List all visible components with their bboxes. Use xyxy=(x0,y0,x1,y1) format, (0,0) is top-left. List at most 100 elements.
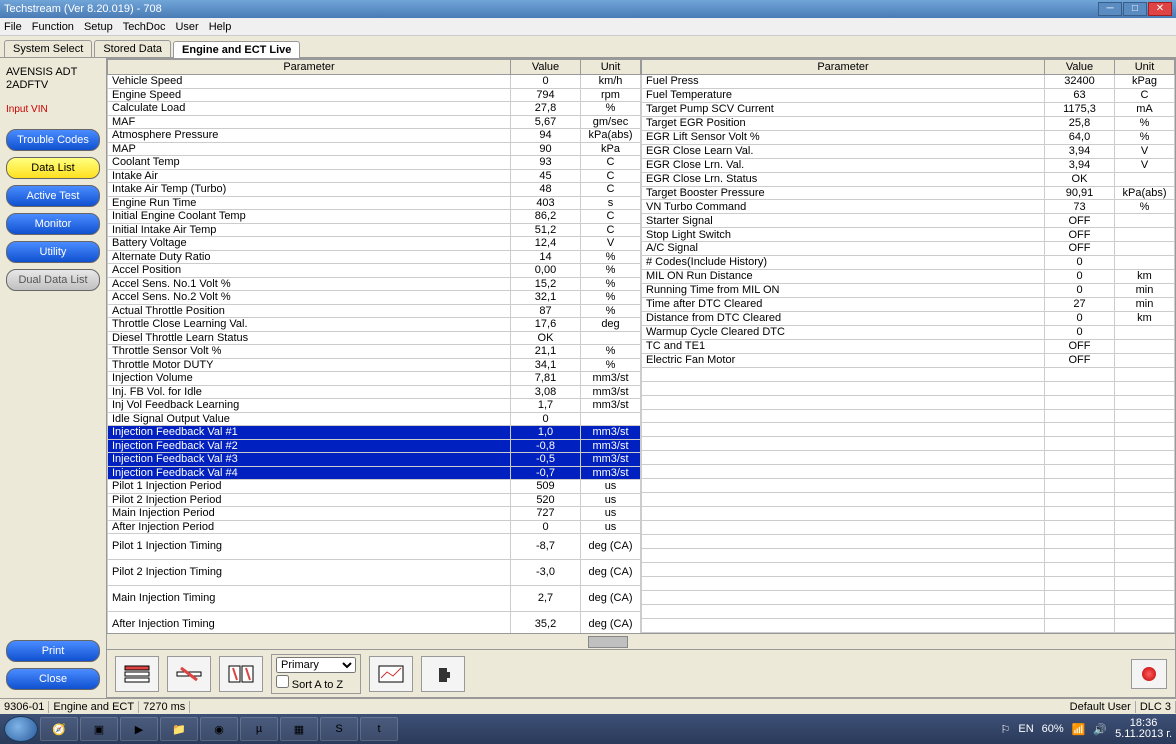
table-row[interactable]: Running Time from MIL ON0min xyxy=(642,284,1175,298)
table-row[interactable]: Injection Feedback Val #4-0,7mm3/st xyxy=(108,466,641,480)
table-row[interactable]: MAP90kPa xyxy=(108,142,641,156)
col-unit[interactable]: Unit xyxy=(1115,60,1175,75)
task-utorrent-icon[interactable]: µ xyxy=(240,717,278,741)
table-row[interactable]: Time after DTC Cleared27min xyxy=(642,298,1175,312)
table-row[interactable]: Electric Fan MotorOFF xyxy=(642,353,1175,367)
fuel-icon[interactable] xyxy=(421,656,465,692)
table-row[interactable]: Inj. FB Vol. for Idle3,08mm3/st xyxy=(108,385,641,399)
table-row[interactable]: Battery Voltage12,4V xyxy=(108,237,641,251)
menu-help[interactable]: Help xyxy=(209,21,232,33)
table-row[interactable]: Pilot 2 Injection Timing-3,0deg (CA) xyxy=(108,560,641,586)
task-skype-icon[interactable]: S xyxy=(320,717,358,741)
task-chrome-icon[interactable]: ◉ xyxy=(200,717,238,741)
active-test-button[interactable]: Active Test xyxy=(6,185,100,207)
table-row[interactable]: Main Injection Timing2,7deg (CA) xyxy=(108,586,641,612)
tab-engine-ect-live[interactable]: Engine and ECT Live xyxy=(173,41,300,58)
close-panel-button[interactable]: Close xyxy=(6,668,100,690)
data-list-button[interactable]: Data List xyxy=(6,157,100,179)
table-row[interactable]: Injection Feedback Val #3-0,5mm3/st xyxy=(108,453,641,467)
table-row[interactable]: Actual Throttle Position87% xyxy=(108,304,641,318)
table-row[interactable]: EGR Close Learn Val.3,94V xyxy=(642,144,1175,158)
table-row[interactable]: Starter SignalOFF xyxy=(642,214,1175,228)
table-row[interactable]: Throttle Motor DUTY34,1% xyxy=(108,358,641,372)
tray-sound-icon[interactable]: 🔊 xyxy=(1093,723,1107,736)
table-row[interactable]: Engine Run Time403s xyxy=(108,196,641,210)
menu-file[interactable]: File xyxy=(4,21,22,33)
tray-battery[interactable]: 60% xyxy=(1042,723,1064,735)
table-row[interactable]: Initial Intake Air Temp51,2C xyxy=(108,223,641,237)
table-row[interactable]: Injection Feedback Val #11,0mm3/st xyxy=(108,426,641,440)
start-button[interactable] xyxy=(4,716,38,742)
table-row[interactable]: EGR Lift Sensor Volt %64,0% xyxy=(642,130,1175,144)
tray-flag-icon[interactable]: ⚐ xyxy=(1001,723,1011,736)
table-row[interactable]: Vehicle Speed0km/h xyxy=(108,75,641,89)
print-button[interactable]: Print xyxy=(6,640,100,662)
col-parameter[interactable]: Parameter xyxy=(642,60,1045,75)
table-row[interactable]: Coolant Temp93C xyxy=(108,156,641,170)
table-row[interactable]: MIL ON Run Distance0km xyxy=(642,270,1175,284)
h-scrollbar[interactable] xyxy=(107,633,1175,649)
table-row[interactable]: EGR Close Lrn. Val.3,94V xyxy=(642,158,1175,172)
record-button[interactable] xyxy=(1131,659,1167,689)
table-row[interactable]: Throttle Close Learning Val.17,6deg xyxy=(108,318,641,332)
minimize-button[interactable]: ─ xyxy=(1098,2,1122,16)
table-row[interactable]: TC and TE1OFF xyxy=(642,339,1175,353)
col-value[interactable]: Value xyxy=(511,60,581,75)
table-row[interactable]: Intake Air Temp (Turbo)48C xyxy=(108,183,641,197)
menu-setup[interactable]: Setup xyxy=(84,21,113,33)
graph-icon[interactable] xyxy=(369,656,413,692)
table-row[interactable]: Accel Sens. No.2 Volt %32,1% xyxy=(108,291,641,305)
sort-checkbox[interactable] xyxy=(276,675,289,688)
table-row[interactable]: Pilot 2 Injection Period520us xyxy=(108,493,641,507)
table-row[interactable]: Atmosphere Pressure94kPa(abs) xyxy=(108,129,641,143)
table-row[interactable]: # Codes(Include History)0 xyxy=(642,256,1175,270)
tab-stored-data[interactable]: Stored Data xyxy=(94,40,171,57)
table-row[interactable]: Accel Sens. No.1 Volt %15,2% xyxy=(108,277,641,291)
menu-function[interactable]: Function xyxy=(32,21,74,33)
table-row[interactable]: Target Pump SCV Current1175,3mA xyxy=(642,102,1175,116)
task-cmd-icon[interactable]: ▣ xyxy=(80,717,118,741)
primary-select[interactable]: Primary xyxy=(276,657,356,673)
menu-techdoc[interactable]: TechDoc xyxy=(123,21,166,33)
monitor-button[interactable]: Monitor xyxy=(6,213,100,235)
col-value[interactable]: Value xyxy=(1045,60,1115,75)
task-explorer-icon[interactable]: 🧭 xyxy=(40,717,78,741)
vin-label[interactable]: Input VIN xyxy=(6,104,100,115)
task-folder-icon[interactable]: 📁 xyxy=(160,717,198,741)
table-row[interactable]: Fuel Press32400kPag xyxy=(642,75,1175,89)
table-row[interactable]: Inj Vol Feedback Learning1,7mm3/st xyxy=(108,399,641,413)
table-row[interactable]: A/C SignalOFF xyxy=(642,242,1175,256)
table-row[interactable]: After Injection Timing35,2deg (CA) xyxy=(108,612,641,634)
tray-network-icon[interactable]: 📶 xyxy=(1072,723,1086,736)
tray-clock[interactable]: 18:365.11.2013 г. xyxy=(1115,718,1172,740)
table-row[interactable]: Idle Signal Output Value0 xyxy=(108,412,641,426)
maximize-button[interactable]: □ xyxy=(1123,2,1147,16)
table-row[interactable]: Warmup Cycle Cleared DTC0 xyxy=(642,325,1175,339)
menu-user[interactable]: User xyxy=(175,21,198,33)
table-row[interactable]: Fuel Temperature63C xyxy=(642,88,1175,102)
table-row[interactable]: Target Booster Pressure90,91kPa(abs) xyxy=(642,186,1175,200)
col-parameter[interactable]: Parameter xyxy=(108,60,511,75)
task-grid-icon[interactable]: ▦ xyxy=(280,717,318,741)
layout-pen-icon[interactable] xyxy=(167,656,211,692)
table-row[interactable]: Stop Light SwitchOFF xyxy=(642,228,1175,242)
col-unit[interactable]: Unit xyxy=(581,60,641,75)
sort-checkbox-label[interactable]: Sort A to Z xyxy=(276,675,356,691)
tray-lang[interactable]: EN xyxy=(1018,723,1033,735)
table-row[interactable]: Calculate Load27,8% xyxy=(108,102,641,116)
table-row[interactable]: Accel Position0,00% xyxy=(108,264,641,278)
layout-list-icon[interactable] xyxy=(115,656,159,692)
table-row[interactable]: Engine Speed794rpm xyxy=(108,88,641,102)
close-button[interactable]: ✕ xyxy=(1148,2,1172,16)
table-row[interactable]: Injection Feedback Val #2-0,8mm3/st xyxy=(108,439,641,453)
table-row[interactable]: VN Turbo Command73% xyxy=(642,200,1175,214)
trouble-codes-button[interactable]: Trouble Codes xyxy=(6,129,100,151)
table-row[interactable]: Pilot 1 Injection Timing-8,7deg (CA) xyxy=(108,534,641,560)
table-row[interactable]: Initial Engine Coolant Temp86,2C xyxy=(108,210,641,224)
table-row[interactable]: Throttle Sensor Volt %21,1% xyxy=(108,345,641,359)
table-row[interactable]: Intake Air45C xyxy=(108,169,641,183)
layout-split-icon[interactable] xyxy=(219,656,263,692)
task-player-icon[interactable]: ▶ xyxy=(120,717,158,741)
utility-button[interactable]: Utility xyxy=(6,241,100,263)
table-row[interactable]: MAF5,67gm/sec xyxy=(108,115,641,129)
